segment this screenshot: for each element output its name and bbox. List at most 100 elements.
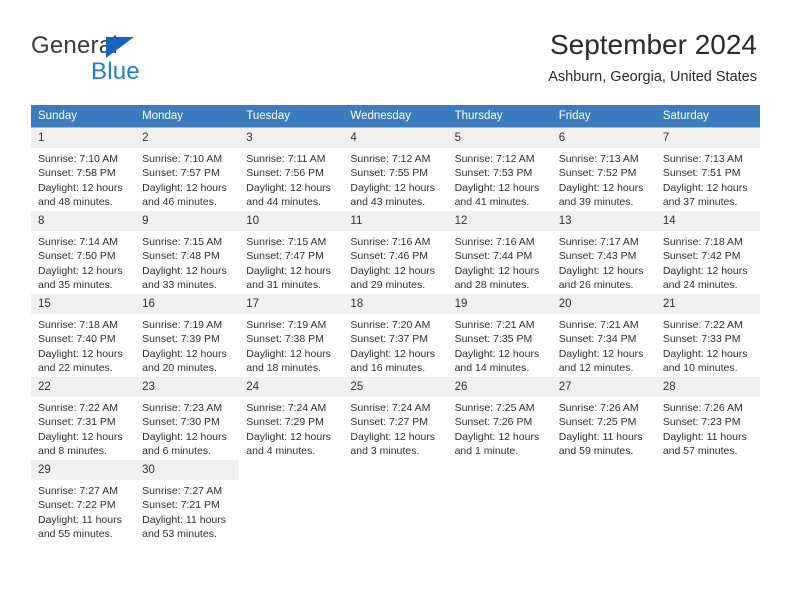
calendar-day-cell[interactable]: 13 Sunrise: 7:17 AM Sunset: 7:43 PM Dayligh… [551,210,656,294]
day-sun-info: Sunrise: 7:18 AM Sunset: 7:42 PM Daylight:… [656,231,760,293]
calendar-day-cell[interactable]: 21 Sunrise: 7:22 AM Sunset: 7:33 PM Dayligh… [655,293,760,377]
daylight-duration-line1: Daylight: 12 hours [454,347,540,360]
calendar-day-cell[interactable]: 1 Sunrise: 7:10 AM Sunset: 7:58 PM Daylight… [31,127,136,211]
daylight-duration-line1: Daylight: 12 hours [350,264,436,277]
weekday-header-tuesday: Tuesday [239,105,344,128]
day-number: 14 [655,211,760,231]
day-number: 12 [447,211,552,231]
day-sun-info: Sunrise: 7:19 AM Sunset: 7:38 PM Daylight:… [239,314,343,376]
sunset-time: Sunset: 7:51 PM [662,167,741,180]
day-sun-info: Sunrise: 7:24 AM Sunset: 7:27 PM Daylight:… [343,397,447,459]
day-number: 10 [239,211,344,231]
sunset-time: Sunset: 7:55 PM [350,167,429,180]
sunset-time: Sunset: 7:47 PM [246,250,324,263]
day-number [551,460,656,480]
day-number: 20 [551,294,656,314]
calendar-day-cell[interactable]: 11 Sunrise: 7:16 AM Sunset: 7:46 PM Dayligh… [343,210,448,294]
sunset-time: Sunset: 7:58 PM [38,167,116,180]
calendar-day-cell[interactable]: 9 Sunrise: 7:15 AM Sunset: 7:48 PM Daylight… [135,210,240,294]
logo-text-blue: Blue [91,58,140,85]
calendar-day-cell[interactable]: 7 Sunrise: 7:13 AM Sunset: 7:51 PM Daylight… [655,127,760,211]
sunset-time: Sunset: 7:43 PM [558,250,637,263]
daylight-duration-line1: Daylight: 12 hours [142,430,227,443]
sunset-time: Sunset: 7:38 PM [246,333,324,346]
weekday-header-monday: Monday [135,105,240,128]
daylight-duration-line2: and 20 minutes. [142,362,217,375]
day-sun-info: Sunrise: 7:14 AM Sunset: 7:50 PM Daylight:… [31,231,135,293]
calendar-day-cell[interactable]: 10 Sunrise: 7:15 AM Sunset: 7:47 PM Dayligh… [239,210,344,294]
day-sun-info: Sunrise: 7:13 AM Sunset: 7:52 PM Daylight:… [552,148,656,210]
day-sun-info: Sunrise: 7:10 AM Sunset: 7:57 PM Daylight:… [135,148,239,210]
sunrise-time: Sunrise: 7:10 AM [38,153,118,165]
sunset-time: Sunset: 7:27 PM [350,416,429,429]
daylight-duration-line1: Daylight: 12 hours [38,430,123,443]
day-number: 5 [447,128,552,148]
weekday-header-saturday: Saturday [655,105,760,128]
calendar-header-row: Sunday Monday Tuesday Wednesday Thursday… [31,105,760,128]
calendar-day-cell[interactable]: 15 Sunrise: 7:18 AM Sunset: 7:40 PM Dayligh… [31,293,136,377]
sunrise-time: Sunrise: 7:22 AM [662,319,743,331]
daylight-duration-line1: Daylight: 12 hours [454,181,540,194]
day-sun-info [239,480,343,484]
day-sun-info: Sunrise: 7:23 AM Sunset: 7:30 PM Daylight:… [135,397,239,459]
day-sun-info: Sunrise: 7:10 AM Sunset: 7:58 PM Daylight:… [31,148,135,210]
general-blue-logo[interactable]: General Blue [31,32,211,88]
day-number: 11 [343,211,448,231]
calendar-day-cell[interactable]: 23 Sunrise: 7:23 AM Sunset: 7:30 PM Dayligh… [135,376,240,460]
daylight-duration-line1: Daylight: 12 hours [142,264,227,277]
day-sun-info: Sunrise: 7:12 AM Sunset: 7:53 PM Daylight:… [448,148,552,210]
day-sun-info: Sunrise: 7:15 AM Sunset: 7:48 PM Daylight:… [135,231,239,293]
sunset-time: Sunset: 7:44 PM [454,250,533,263]
calendar-day-cell[interactable]: 8 Sunrise: 7:14 AM Sunset: 7:50 PM Daylight… [31,210,136,294]
daylight-duration-line1: Daylight: 12 hours [142,347,227,360]
calendar-day-cell[interactable]: 26 Sunrise: 7:25 AM Sunset: 7:26 PM Dayligh… [447,376,552,460]
daylight-duration-line1: Daylight: 12 hours [38,347,123,360]
sunrise-time: Sunrise: 7:14 AM [38,236,118,248]
calendar-day-cell[interactable]: 6 Sunrise: 7:13 AM Sunset: 7:52 PM Daylight… [551,127,656,211]
calendar-day-cell[interactable]: 17 Sunrise: 7:19 AM Sunset: 7:38 PM Dayligh… [239,293,344,377]
calendar-week-row: 1 Sunrise: 7:10 AM Sunset: 7:58 PM Daylight… [31,127,760,211]
calendar-day-cell[interactable]: 4 Sunrise: 7:12 AM Sunset: 7:55 PM Daylight… [343,127,448,211]
calendar-day-cell[interactable]: 16 Sunrise: 7:19 AM Sunset: 7:39 PM Dayligh… [135,293,240,377]
daylight-duration-line1: Daylight: 12 hours [38,181,123,194]
sunset-time: Sunset: 7:30 PM [142,416,220,429]
day-number: 26 [447,377,552,397]
day-number: 30 [135,460,240,480]
daylight-duration-line2: and 48 minutes. [38,196,113,209]
daylight-duration-line1: Daylight: 12 hours [350,181,436,194]
calendar-day-cell[interactable]: 22 Sunrise: 7:22 AM Sunset: 7:31 PM Dayligh… [31,376,136,460]
calendar-day-cell[interactable]: 2 Sunrise: 7:10 AM Sunset: 7:57 PM Daylight… [135,127,240,211]
sunset-time: Sunset: 7:31 PM [38,416,116,429]
day-sun-info: Sunrise: 7:26 AM Sunset: 7:23 PM Daylight:… [656,397,760,459]
calendar-day-cell[interactable]: 25 Sunrise: 7:24 AM Sunset: 7:27 PM Dayligh… [343,376,448,460]
sunrise-time: Sunrise: 7:25 AM [454,402,535,414]
daylight-duration-line1: Daylight: 12 hours [662,347,748,360]
calendar-day-cell[interactable]: 19 Sunrise: 7:21 AM Sunset: 7:35 PM Dayligh… [447,293,552,377]
daylight-duration-line2: and 6 minutes. [142,445,212,458]
calendar-day-cell[interactable]: 30 Sunrise: 7:27 AM Sunset: 7:21 PM Dayligh… [135,459,240,543]
daylight-duration-line1: Daylight: 12 hours [558,264,644,277]
sunrise-time: Sunrise: 7:15 AM [142,236,223,248]
sunrise-time: Sunrise: 7:12 AM [350,153,431,165]
calendar-day-cell[interactable]: 5 Sunrise: 7:12 AM Sunset: 7:53 PM Daylight… [447,127,552,211]
day-number [655,460,760,480]
day-sun-info: Sunrise: 7:27 AM Sunset: 7:21 PM Daylight:… [135,480,239,542]
calendar-day-cell[interactable]: 14 Sunrise: 7:18 AM Sunset: 7:42 PM Dayligh… [655,210,760,294]
day-number: 24 [239,377,344,397]
sunrise-time: Sunrise: 7:24 AM [350,402,431,414]
calendar-day-cell[interactable]: 28 Sunrise: 7:26 AM Sunset: 7:23 PM Dayligh… [655,376,760,460]
calendar-day-cell[interactable]: 24 Sunrise: 7:24 AM Sunset: 7:29 PM Dayligh… [239,376,344,460]
daylight-duration-line2: and 35 minutes. [38,279,113,292]
weekday-header-thursday: Thursday [447,105,552,128]
calendar-day-cell[interactable]: 3 Sunrise: 7:11 AM Sunset: 7:56 PM Daylight… [239,127,344,211]
calendar-day-cell[interactable]: 27 Sunrise: 7:26 AM Sunset: 7:25 PM Dayligh… [551,376,656,460]
calendar-day-cell[interactable]: 18 Sunrise: 7:20 AM Sunset: 7:37 PM Dayligh… [343,293,448,377]
sunset-time: Sunset: 7:48 PM [142,250,220,263]
daylight-duration-line2: and 18 minutes. [246,362,321,375]
daylight-duration-line2: and 44 minutes. [246,196,321,209]
calendar-day-cell[interactable]: 29 Sunrise: 7:27 AM Sunset: 7:22 PM Dayligh… [31,459,136,543]
calendar-day-cell[interactable]: 12 Sunrise: 7:16 AM Sunset: 7:44 PM Dayligh… [447,210,552,294]
calendar-day-cell[interactable]: 20 Sunrise: 7:21 AM Sunset: 7:34 PM Dayligh… [551,293,656,377]
daylight-duration-line1: Daylight: 12 hours [350,347,436,360]
day-sun-info: Sunrise: 7:18 AM Sunset: 7:40 PM Daylight:… [31,314,135,376]
